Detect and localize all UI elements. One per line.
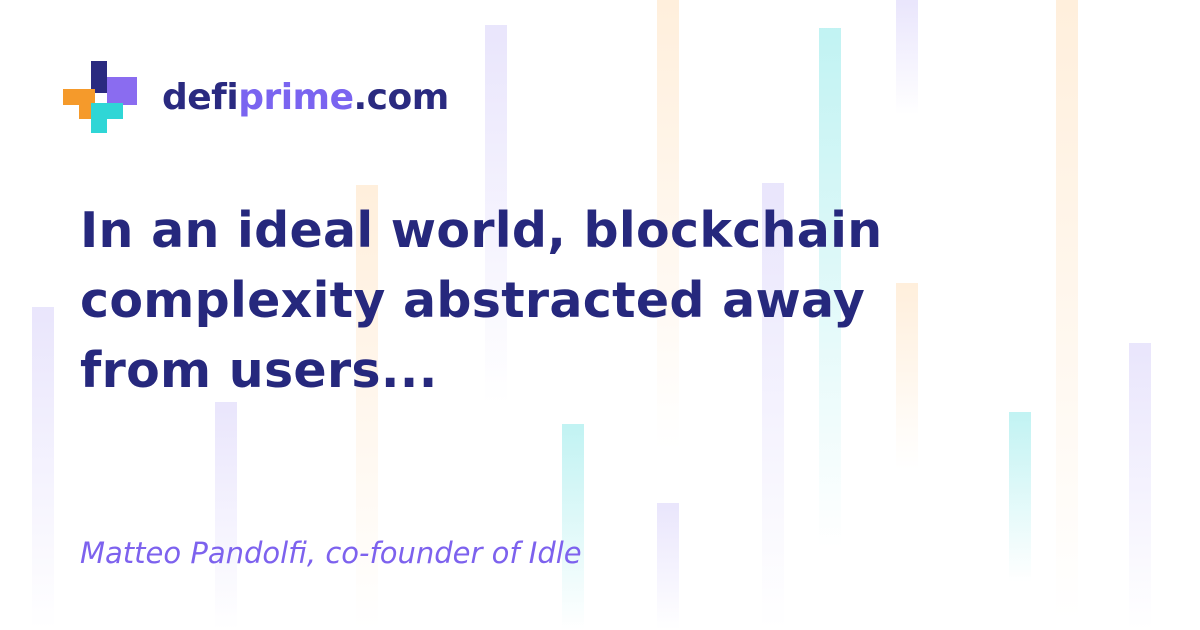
background-bar [1129,343,1151,630]
site-name-part-defi: defi [162,77,239,118]
site-name-part-prime: prime [238,77,354,118]
site-logo[interactable]: defiprime.com [63,61,449,135]
site-name-part-domain: .com [353,77,449,118]
site-name: defiprime.com [162,80,449,116]
quote-headline: In an ideal world, blockchain complexity… [80,202,883,399]
background-bar [1056,0,1078,620]
background-bar [562,424,584,630]
background-bar [657,503,679,630]
background-bar [1009,412,1031,582]
background-bar [32,307,54,630]
background-bar [896,0,918,115]
background-bar [215,402,237,630]
defiprime-logo-icon [63,61,137,135]
quote-attribution: Matteo Pandolfi, co-founder of Idle [80,536,582,570]
